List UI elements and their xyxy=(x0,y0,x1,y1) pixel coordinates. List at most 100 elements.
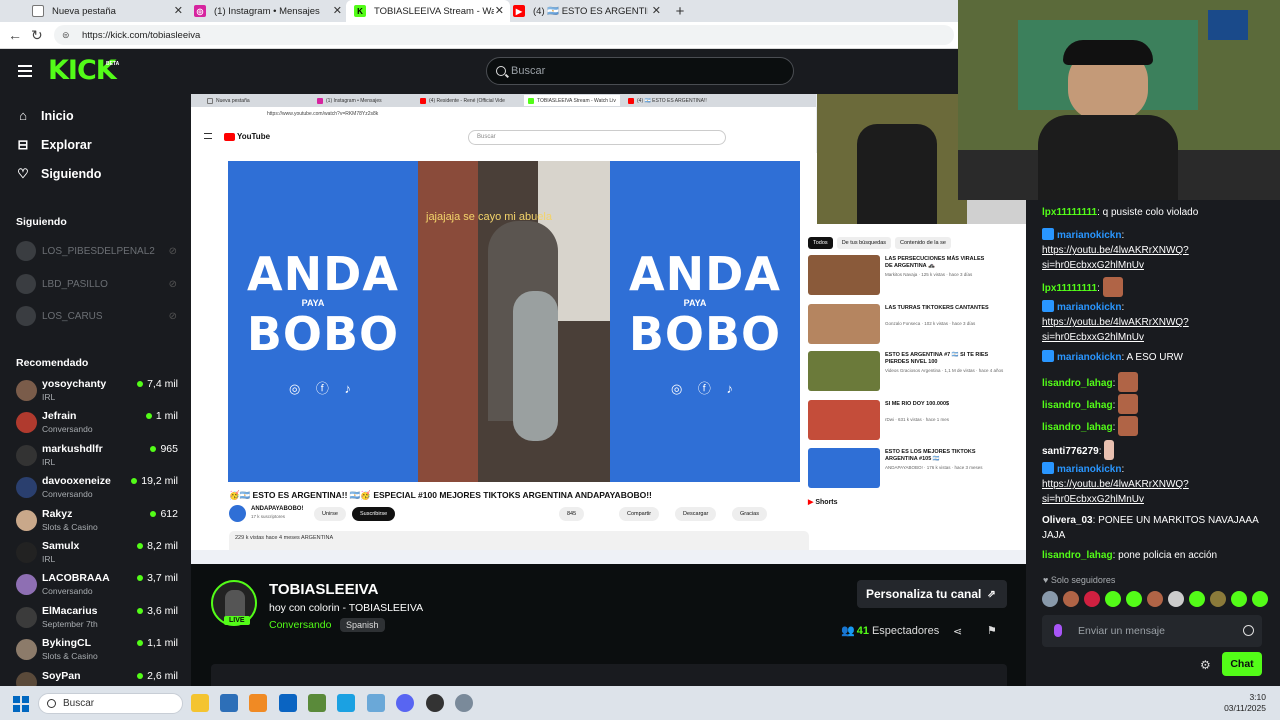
site-info-icon[interactable]: ⊜ xyxy=(62,30,72,40)
chat-username[interactable]: marianokickn xyxy=(1057,302,1121,313)
stream-category[interactable]: Conversando xyxy=(269,619,331,631)
browser-tab-instagram[interactable]: ◎ (1) Instagram • Mensajes ✕ xyxy=(186,0,348,22)
reload-icon[interactable]: ↻ xyxy=(31,28,43,42)
stream-video[interactable]: Nueva pestaña (1) Instagram • Mensajes (… xyxy=(191,94,1026,564)
recommended-channel[interactable]: Samulx IRL 8,2 mil xyxy=(16,539,178,567)
viewer-label: Espectadores xyxy=(871,624,940,637)
emote[interactable] xyxy=(1210,591,1226,607)
viewer-count: 👥 41 Espectadores xyxy=(841,624,940,638)
user-report-icon[interactable]: ⚑ xyxy=(987,624,997,637)
emote[interactable] xyxy=(1084,591,1100,607)
channel-category: IRL xyxy=(42,554,56,564)
search-input[interactable]: Buscar xyxy=(486,57,794,85)
emote[interactable] xyxy=(1231,591,1247,607)
yt-channel-name: ANDAPAYABOBO! xyxy=(251,506,304,512)
chat-username[interactable]: lpx11111111 xyxy=(1042,283,1097,294)
chat-link[interactable]: https://youtu.be/4lwAKRrXNWQ?si=hr0Ecbxx… xyxy=(1042,245,1189,271)
chat-send-button[interactable]: Chat xyxy=(1222,652,1262,676)
app-icon[interactable] xyxy=(308,694,326,712)
emote[interactable] xyxy=(1105,591,1121,607)
microphone-icon[interactable] xyxy=(1054,624,1062,637)
avatar xyxy=(16,380,37,401)
channel-category: Slots & Casino xyxy=(42,521,98,532)
chat-username[interactable]: Olivera_03 xyxy=(1042,515,1093,526)
recommended-channel[interactable]: yosoychanty IRL 7,4 mil xyxy=(16,377,178,405)
gear-icon[interactable]: ⚙ xyxy=(1200,658,1211,672)
chat-username[interactable]: marianokickn xyxy=(1057,230,1121,241)
language-tag[interactable]: Spanish xyxy=(340,618,385,632)
avatar xyxy=(16,306,36,326)
channel-name[interactable]: TOBIASLEEIVA xyxy=(269,581,378,598)
chat-link[interactable]: https://youtu.be/4lwAKRrXNWQ?si=hr0Ecbxx… xyxy=(1042,317,1189,343)
url-field[interactable]: ⊜ https://kick.com/tobiasleeiva xyxy=(54,25,954,45)
recommended-channel[interactable]: Rakyz Slots & Casino 612 xyxy=(16,507,178,535)
recommended-channel[interactable]: BykingCL Slots & Casino 1,1 mil xyxy=(16,636,178,664)
avatar xyxy=(16,606,37,628)
browser-tab-kick[interactable]: K TOBIASLEEIVA Stream - Watch Liv ✕ xyxy=(346,0,510,22)
captured-browser-tabs: Nueva pestaña (1) Instagram • Mensajes (… xyxy=(191,94,816,107)
chat-username[interactable]: lisandro_lahag xyxy=(1042,550,1113,561)
emote[interactable] xyxy=(1168,591,1184,607)
edge-icon[interactable] xyxy=(337,694,355,712)
close-tab-icon[interactable]: ✕ xyxy=(652,4,661,17)
channel-category: Conversando xyxy=(42,489,93,500)
recommended-channel[interactable]: LACOBRAAA Conversando 3,7 mil xyxy=(16,571,178,599)
app-icon[interactable] xyxy=(367,694,385,712)
channel-name: LACOBRAAA xyxy=(42,572,110,585)
emote[interactable] xyxy=(1063,591,1079,607)
recommended-channel[interactable]: markushdlfr IRL 965 xyxy=(16,442,178,470)
youtube-icon: ▶ xyxy=(513,5,525,17)
recommended-channel[interactable]: ElMacarius September 7th 3,6 mil xyxy=(16,604,178,632)
sidebar-item-explorar[interactable]: ⊟ Explorar xyxy=(16,134,92,156)
emote[interactable] xyxy=(1126,591,1142,607)
sidebar-item-inicio[interactable]: ⌂ Inicio xyxy=(16,105,74,127)
sidebar-item-label: Inicio xyxy=(41,109,74,123)
settings-icon[interactable] xyxy=(455,694,473,712)
browser-tab-youtube[interactable]: ▶ (4) 🇦🇷 ESTO ES ARGENTINA!! ✕ xyxy=(505,0,667,22)
following-item[interactable]: LBD_PASILLO ⊘ xyxy=(16,274,181,294)
store-icon[interactable] xyxy=(220,694,238,712)
outlook-icon[interactable] xyxy=(279,694,297,712)
chat-username[interactable]: lpx11111111 xyxy=(1042,207,1097,218)
close-tab-icon[interactable]: ✕ xyxy=(333,4,342,17)
obs-icon[interactable] xyxy=(426,694,444,712)
emote[interactable] xyxy=(1189,591,1205,607)
sidebar-item-siguiendo[interactable]: ♡ Siguiendo xyxy=(16,163,101,185)
following-item[interactable]: LOS_CARUS ⊘ xyxy=(16,306,181,326)
chat-username[interactable]: santi776279 xyxy=(1042,446,1099,457)
recommended-channel[interactable]: Jefrain Conversando 1 mil xyxy=(16,409,178,437)
emote[interactable] xyxy=(1147,591,1163,607)
taskbar-clock[interactable]: 3:10 03/11/2025 xyxy=(1224,692,1266,714)
following-item[interactable]: LOS_PIBESDELPENAL2 ⊘ xyxy=(16,241,181,261)
chat-username[interactable]: marianokickn xyxy=(1057,464,1121,475)
app-icon[interactable] xyxy=(249,694,267,712)
close-tab-icon[interactable]: ✕ xyxy=(174,4,183,17)
personalize-channel-button[interactable]: Personaliza tu canal ⇗ xyxy=(857,580,1007,608)
chat-username[interactable]: lisandro_lahag xyxy=(1042,422,1113,433)
emote[interactable] xyxy=(1252,591,1268,607)
share-icon[interactable]: ⋖ xyxy=(953,625,962,638)
browser-tab-new[interactable]: Nueva pestaña ✕ xyxy=(24,0,189,22)
chat-username[interactable]: lisandro_lahag xyxy=(1042,378,1113,389)
tab-label: TOBIASLEEIVA Stream - Watch Liv xyxy=(374,5,494,17)
chat-username[interactable]: lisandro_lahag xyxy=(1042,400,1113,411)
menu-icon[interactable] xyxy=(18,65,32,77)
emoji-icon[interactable] xyxy=(1243,625,1254,636)
new-tab-button[interactable]: + xyxy=(672,0,688,22)
close-tab-icon[interactable]: ✕ xyxy=(495,4,504,17)
chat-username[interactable]: marianokickn xyxy=(1057,352,1121,363)
address-bar-row: ← ↻ ⊜ https://kick.com/tobiasleeiva xyxy=(0,22,958,49)
back-arrow-icon[interactable]: ← xyxy=(8,28,22,42)
channel-name: yosoychanty xyxy=(42,378,107,390)
file-explorer-icon[interactable] xyxy=(191,694,209,712)
recommended-channel[interactable]: SoyPan 2,6 mil xyxy=(16,669,178,686)
taskbar-search[interactable]: Buscar xyxy=(38,693,183,714)
chat-link[interactable]: https://youtu.be/4lwAKRrXNWQ?si=hr0Ecbxx… xyxy=(1042,479,1189,505)
live-dot-icon xyxy=(137,640,144,647)
viewer-number: 965 xyxy=(160,442,178,455)
emote[interactable] xyxy=(1042,591,1058,607)
recommended-channel[interactable]: davooxeneize Conversando 19,2 mil xyxy=(16,474,178,502)
windows-start-icon[interactable] xyxy=(13,696,29,712)
chat-input[interactable]: Enviar un mensaje xyxy=(1042,615,1262,647)
discord-icon[interactable] xyxy=(396,694,414,712)
